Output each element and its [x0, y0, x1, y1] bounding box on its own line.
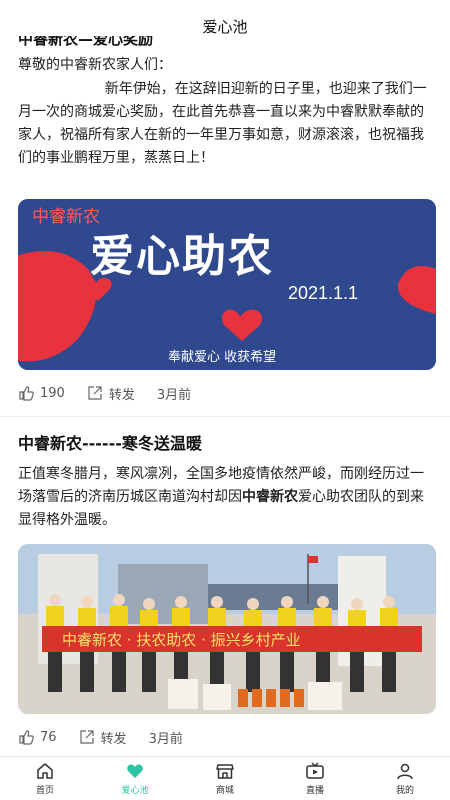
banner-graphic: 中睿新农 爱心助农 2021.1.1 奉献爱心 收获希望 [18, 199, 436, 370]
feed[interactable]: 中睿新农—爱心奖励 尊敬的中睿新农家人们： 新年伊始，在这辞旧迎新的日子里，也迎… [0, 36, 450, 756]
share-label: 转发 [108, 387, 135, 403]
heart-icon [127, 764, 143, 778]
like-count: 190 [40, 385, 65, 401]
banner-headline: 爱心助农 [90, 231, 274, 282]
share-icon [79, 730, 94, 744]
tab-label: 爱心池 [121, 786, 149, 796]
tab-store[interactable]: 商城 [180, 757, 270, 800]
post-card[interactable]: 中睿新农—爱心奖励 尊敬的中睿新农家人们： 新年伊始，在这辞旧迎新的日子里，也迎… [0, 36, 450, 756]
post-salutation: 尊敬的中睿新农家人们： [18, 57, 172, 73]
brand-highlight: 中睿新农 [242, 489, 298, 505]
home-icon [37, 763, 53, 779]
user-icon [397, 763, 413, 780]
divider [0, 416, 450, 417]
tab-profile[interactable]: 我的 [360, 757, 450, 800]
banner-slogan: 奉献爱心 收获希望 [168, 349, 276, 365]
page-title: 爱心池 [202, 18, 248, 36]
post-title: 中睿新农—爱心奖励 [18, 36, 154, 48]
like-count: 76 [40, 729, 57, 745]
bottom-tab-bar: 首页 爱心池 商城 直播 我的 [0, 756, 450, 800]
banner-date: 2021.1.1 [288, 283, 358, 303]
store-icon [216, 764, 234, 779]
tab-home[interactable]: 首页 [0, 757, 90, 800]
post-actions: 76 转发 3月前 [18, 714, 432, 756]
tab-label: 首页 [35, 786, 54, 796]
post-body: 新年伊始，在这辞旧迎新的日子里，也迎来了我们一月一次的商城爱心奖励，在此首先恭喜… [18, 81, 427, 166]
tab-label: 商城 [215, 786, 234, 796]
post-title: 中睿新农------寒冬送温暖 [18, 434, 202, 453]
tab-label: 我的 [395, 786, 414, 796]
post-photo[interactable]: 中睿新农 · 扶农助农 · 振兴乡村产业 [18, 544, 436, 714]
post-banner-image[interactable]: 中睿新农 爱心助农 2021.1.1 奉献爱心 收获希望 [18, 199, 436, 370]
share-label: 转发 [100, 731, 127, 747]
thumbs-up-icon [19, 386, 34, 401]
post-actions: 190 转发 3月前 [18, 370, 432, 416]
like-button[interactable]: 190 [18, 385, 65, 401]
tab-live[interactable]: 直播 [270, 757, 360, 800]
photo-graphic: 中睿新农 · 扶农助农 · 振兴乡村产业 [18, 544, 436, 714]
post-body: 正值寒冬腊月，寒风凛冽，全国多地疫情依然严峻，而刚经历过一场落雪后的济南历城区南… [18, 466, 424, 528]
share-icon [88, 386, 102, 400]
like-button[interactable]: 76 [18, 729, 57, 745]
tab-love-pool[interactable]: 爱心池 [90, 757, 180, 800]
post-time: 3月前 [156, 387, 192, 403]
banner-brand: 中睿新农 [32, 207, 100, 226]
thumbs-up-icon [19, 730, 34, 745]
photo-banner-text: 中睿新农 · 扶农助农 · 振兴乡村产业 [62, 631, 301, 649]
share-button[interactable]: 转发 [79, 728, 127, 747]
live-icon [306, 762, 324, 779]
tab-label: 直播 [305, 786, 324, 796]
share-button[interactable]: 转发 [87, 384, 135, 403]
post-time: 3月前 [148, 731, 183, 747]
